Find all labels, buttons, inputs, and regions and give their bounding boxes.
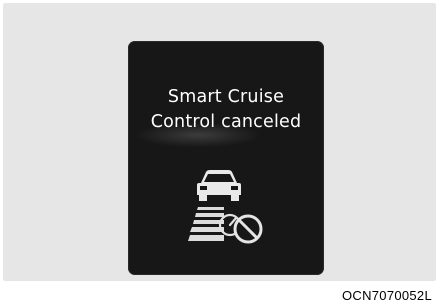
- figure-code: OCN7070052L: [341, 288, 432, 303]
- distance-bars-icon: [188, 207, 224, 241]
- canceled-icon: [233, 214, 263, 244]
- status-message-line-1: Smart Cruise: [167, 87, 285, 107]
- smart-cruise-canceled-icon: [184, 165, 274, 275]
- figure-background: Smart Cruise Control canceled: [3, 3, 436, 281]
- car-icon: [197, 170, 241, 201]
- display-glow: [138, 123, 258, 147]
- cluster-display: Smart Cruise Control canceled: [128, 41, 324, 275]
